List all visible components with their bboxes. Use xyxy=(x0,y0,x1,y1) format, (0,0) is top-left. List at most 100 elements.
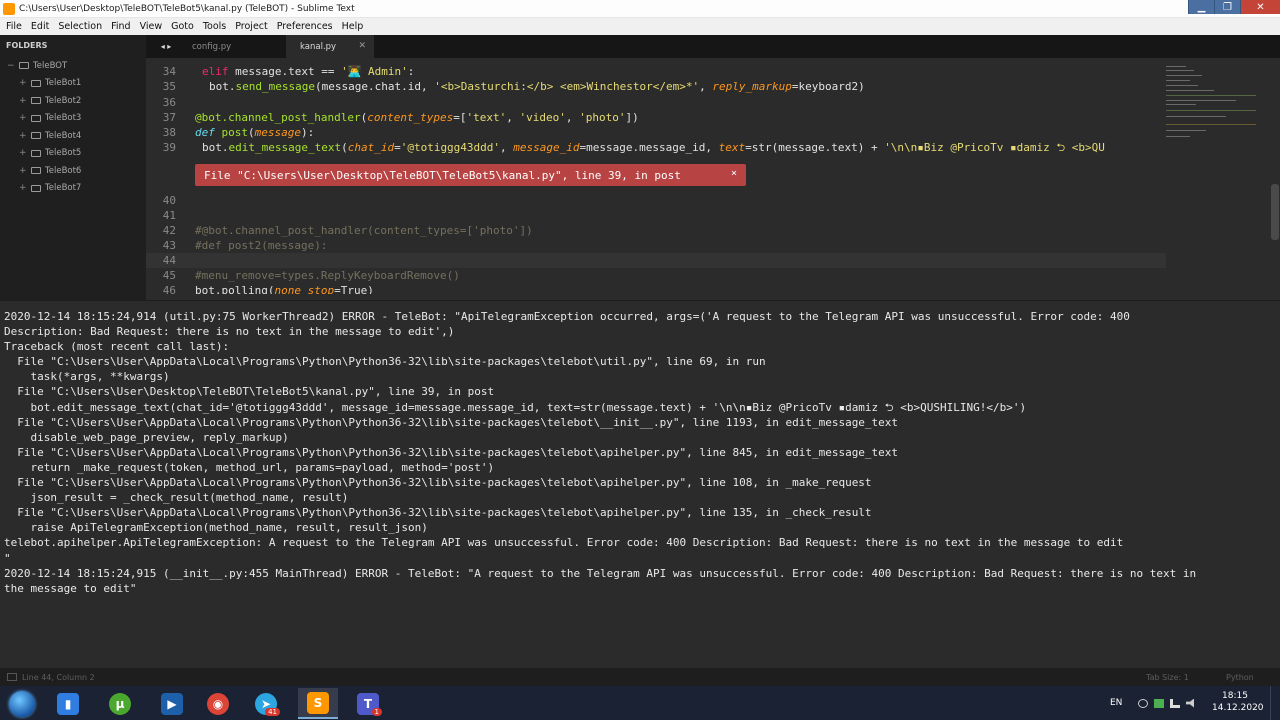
folder-item[interactable]: + TeleBot3 xyxy=(0,110,146,128)
folder-label: TeleBot6 xyxy=(45,165,82,176)
menubar: File Edit Selection Find View Goto Tools… xyxy=(0,18,1280,35)
tab-config-py[interactable]: config.py xyxy=(186,35,286,58)
code-editor[interactable]: 34 elif message.text == '👨‍💻 Admin': 35 … xyxy=(146,58,1280,294)
close-button[interactable]: ✕ xyxy=(1240,0,1280,14)
chrome-icon: ◉ xyxy=(207,692,229,715)
line-source: def post(message): xyxy=(195,126,315,139)
folder-icon xyxy=(19,62,29,70)
menu-view[interactable]: View xyxy=(137,21,169,32)
system-clock[interactable]: 18:15 14.12.2020 xyxy=(1212,690,1264,714)
folder-item[interactable]: + TeleBot2 xyxy=(0,92,146,110)
folder-label: TeleBot5 xyxy=(45,148,82,159)
folder-icon xyxy=(31,79,41,87)
window-titlebar[interactable]: C:\Users\User\Desktop\TeleBOT\TeleBot5\k… xyxy=(0,0,1280,18)
line-number: 38 xyxy=(162,126,176,139)
language-indicator[interactable]: EN xyxy=(1110,686,1122,720)
expand-icon[interactable]: + xyxy=(19,113,28,123)
sublime-app-icon xyxy=(3,2,15,15)
folder-item[interactable]: + TeleBot7 xyxy=(0,180,146,198)
minimize-button[interactable]: ▁ xyxy=(1188,0,1214,14)
line-number: 44 xyxy=(162,254,176,267)
menu-edit[interactable]: Edit xyxy=(28,21,55,32)
console-line: raise ApiTelegramException(method_name, … xyxy=(4,521,428,535)
folder-icon xyxy=(31,132,41,140)
line-number: 36 xyxy=(162,96,176,109)
menu-help[interactable]: Help xyxy=(339,21,370,32)
code-line: 37 @bot.channel_post_handler(content_typ… xyxy=(146,110,1166,125)
taskbar-app-media-player[interactable]: ▶ xyxy=(152,688,192,719)
folder-item[interactable]: + TeleBot4 xyxy=(0,127,146,145)
menu-project[interactable]: Project xyxy=(232,21,274,32)
window-title: C:\Users\User\Desktop\TeleBOT\TeleBot5\k… xyxy=(19,3,355,14)
maximize-button[interactable]: ❐ xyxy=(1214,0,1240,14)
code-line: 36 xyxy=(146,95,1166,110)
menu-tools[interactable]: Tools xyxy=(200,21,232,32)
expand-icon[interactable]: + xyxy=(19,131,28,141)
menu-file[interactable]: File xyxy=(3,21,28,32)
menu-find[interactable]: Find xyxy=(108,21,136,32)
start-button[interactable] xyxy=(0,688,44,719)
taskbar-app-utorrent[interactable]: µ xyxy=(100,688,140,719)
panel-toggle-icon[interactable] xyxy=(7,673,17,681)
console-line: 2020-12-14 18:15:24,915 (__init__.py:455… xyxy=(4,566,1197,580)
expand-icon[interactable]: + xyxy=(19,183,28,193)
taskbar-app-explorer[interactable]: ▮ xyxy=(48,688,88,719)
code-line: 34 elif message.text == '👨‍💻 Admin': xyxy=(146,64,1166,79)
battery-icon[interactable] xyxy=(1154,698,1164,708)
vertical-scrollbar[interactable] xyxy=(1270,58,1280,294)
console-line: Traceback (most recent call last): xyxy=(4,340,230,354)
code-line: 43 #def post2(message): xyxy=(146,238,1166,253)
code-line: 41 xyxy=(146,208,1166,223)
folder-root[interactable]: − TeleBOT xyxy=(0,57,146,75)
collapse-icon[interactable]: − xyxy=(7,61,16,71)
taskbar-app-sublime[interactable]: S xyxy=(298,688,338,719)
folder-item[interactable]: + TeleBot6 xyxy=(0,162,146,180)
console-line: File "C:\Users\User\AppData\Local\Progra… xyxy=(4,506,872,520)
show-desktop-button[interactable] xyxy=(1270,686,1280,720)
tab-nav-arrows-icon[interactable]: ◂ ▸ xyxy=(146,35,186,58)
volume-icon[interactable] xyxy=(1186,698,1194,708)
console-line: Description: Bad Request: there is no te… xyxy=(4,325,455,339)
build-output-panel[interactable]: 2020-12-14 18:15:24,914 (util.py:75 Work… xyxy=(0,300,1280,668)
syntax-indicator[interactable]: Python xyxy=(1226,673,1254,682)
network-icon[interactable] xyxy=(1170,698,1180,708)
tab-bar: ◂ ▸ config.py kanal.py ✕ xyxy=(146,35,1280,58)
status-bar: Line 44, Column 2 Tab Size: 1 Python xyxy=(0,668,1280,686)
line-number: 40 xyxy=(162,194,176,207)
phantom-close-icon[interactable]: × xyxy=(731,168,737,179)
code-line: 44 xyxy=(146,253,1166,268)
tray-arrow-icon[interactable] xyxy=(1138,698,1148,708)
menu-goto[interactable]: Goto xyxy=(168,21,200,32)
folder-item[interactable]: + TeleBot1 xyxy=(0,75,146,93)
tab-close-icon[interactable]: ✕ xyxy=(358,41,366,51)
line-source: @bot.channel_post_handler(content_types=… xyxy=(195,111,639,124)
taskbar-app-teams[interactable]: T 1 xyxy=(348,688,388,719)
line-number: 41 xyxy=(162,209,176,222)
menu-selection[interactable]: Selection xyxy=(55,21,108,32)
folder-label: TeleBot4 xyxy=(45,130,82,141)
expand-icon[interactable]: + xyxy=(19,148,28,158)
expand-icon[interactable]: + xyxy=(19,96,28,106)
tab-kanal-py[interactable]: kanal.py ✕ xyxy=(286,35,374,58)
expand-icon[interactable]: + xyxy=(19,78,28,88)
line-source: #menu_remove=types.ReplyKeyboardRemove() xyxy=(195,269,460,282)
code-line: 46 bot.polling(none_stop=True) xyxy=(146,283,1166,294)
sublime-text-icon: S xyxy=(307,691,329,714)
tab-size-indicator[interactable]: Tab Size: 1 xyxy=(1146,673,1189,682)
taskbar-app-chrome[interactable]: ◉ xyxy=(198,688,238,719)
expand-icon[interactable]: + xyxy=(19,166,28,176)
folder-icon xyxy=(31,97,41,105)
minimap[interactable] xyxy=(1166,58,1260,294)
clock-date: 14.12.2020 xyxy=(1212,703,1264,713)
code-line: 45 #menu_remove=types.ReplyKeyboardRemov… xyxy=(146,268,1166,283)
line-source: #@bot.channel_post_handler(content_types… xyxy=(195,224,533,237)
scrollbar-thumb[interactable] xyxy=(1271,184,1279,240)
folder-root-label: TeleBOT xyxy=(33,60,68,71)
teams-badge: 1 xyxy=(371,708,382,716)
console-line: File "C:\Users\User\Desktop\TeleBOT\Tele… xyxy=(4,385,495,399)
taskbar-app-telegram[interactable]: ➤ 41 xyxy=(246,688,286,719)
folder-item[interactable]: + TeleBot5 xyxy=(0,145,146,163)
console-line: 2020-12-14 18:15:24,914 (util.py:75 Work… xyxy=(4,310,1130,323)
console-line: File "C:\Users\User\AppData\Local\Progra… xyxy=(4,415,899,429)
menu-preferences[interactable]: Preferences xyxy=(274,21,339,32)
